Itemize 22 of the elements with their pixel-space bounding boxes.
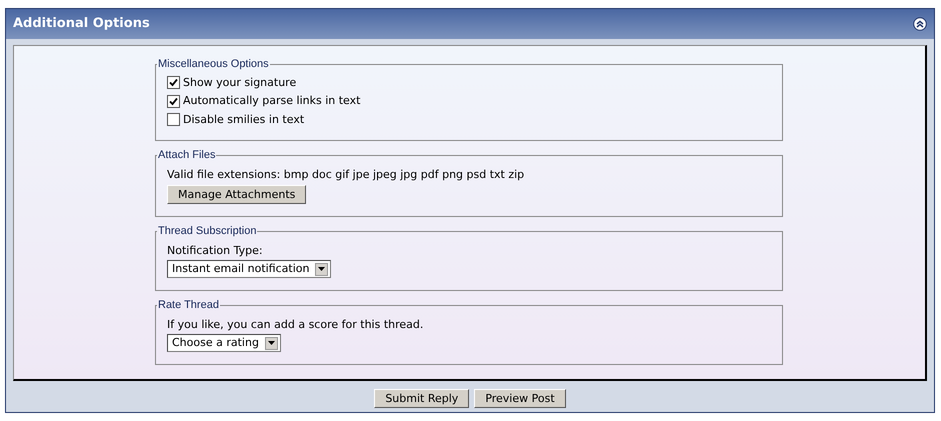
dropdown[interactable]: Instant email notification (167, 260, 332, 278)
manage-attachments-button[interactable]: Manage Attachments (167, 185, 306, 204)
dropdown[interactable]: Choose a rating (167, 334, 281, 352)
checkbox-label: Disable smilies in text (183, 112, 304, 128)
group-legend: Attach Files (157, 147, 216, 164)
checkbox[interactable] (167, 94, 180, 108)
caret-icon (264, 336, 278, 350)
form-button[interactable]: Submit Reply (374, 389, 470, 408)
field-label: If you like, you can add a score for this thread. (167, 316, 424, 332)
checkbox[interactable] (167, 113, 180, 126)
field-label: Notification Type: (167, 242, 263, 258)
collapse-icon[interactable] (913, 17, 927, 31)
file-extensions-text: Valid file extensions: bmp doc gif jpe jpeg jpg pdf png psd txt zip (167, 166, 524, 182)
checkbox[interactable] (167, 76, 180, 90)
group-legend: Miscellaneous Options (157, 56, 270, 72)
group-legend: Rate Thread (157, 297, 220, 314)
checkbox-label: Show your signature (183, 74, 296, 90)
caret-icon (315, 262, 328, 276)
form-button[interactable]: Preview Post (474, 389, 566, 408)
panel-title: Additional Options (13, 15, 150, 34)
checkbox-label: Automatically parse links in text (183, 93, 360, 109)
group-legend: Thread Subscription (157, 223, 258, 240)
